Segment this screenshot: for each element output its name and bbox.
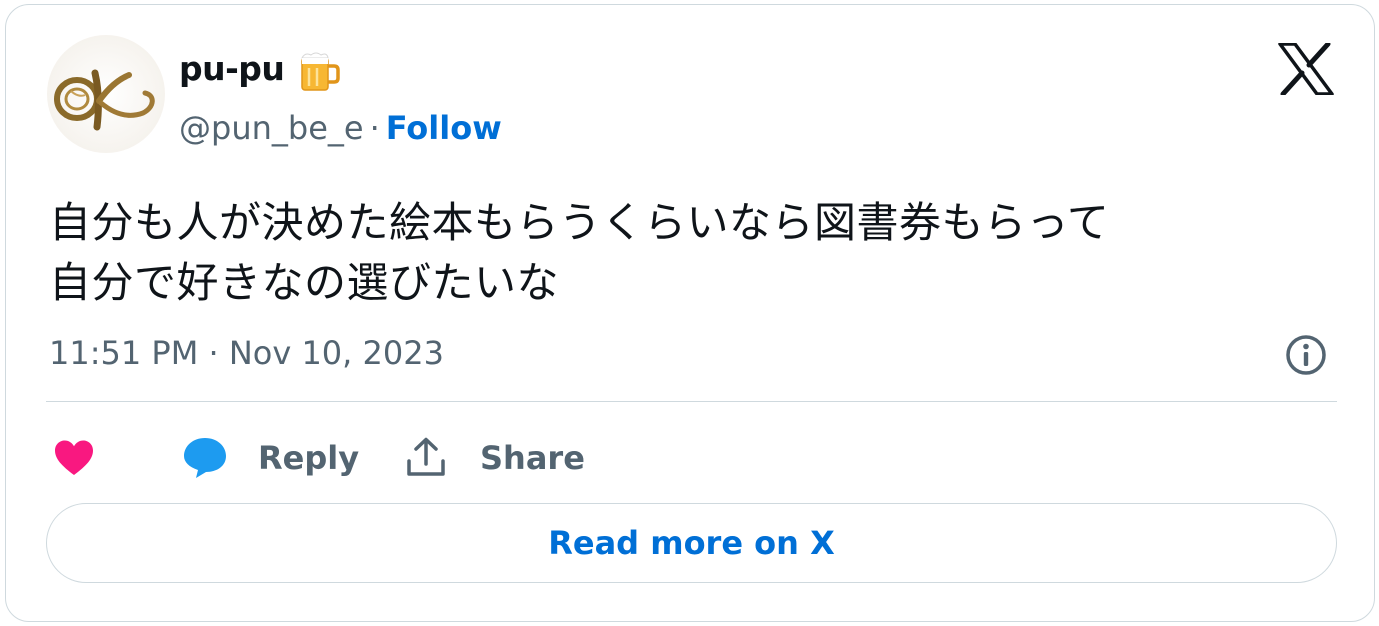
- tweet-text-line: 自分で好きなの選びたいな: [49, 258, 560, 307]
- share-upload-icon: [407, 437, 445, 476]
- tweet-embed-card: pu-pu @pun_be_e · Follow 自分も人が決めた絵本もらうくらいな…: [5, 4, 1375, 622]
- like-button[interactable]: [52, 433, 96, 483]
- avatar-logo-image: [54, 69, 155, 131]
- reply-button[interactable]: Reply: [182, 433, 359, 483]
- divider: [46, 401, 1337, 402]
- beer-mug-icon: [301, 52, 340, 91]
- tweet-text: 自分も人が決めた絵本もらうくらいなら図書券もらって 自分で好きなの選びたいな: [49, 193, 1339, 313]
- author-handle-row: @pun_be_e · Follow: [179, 108, 502, 148]
- author-name[interactable]: pu-pu: [179, 49, 285, 89]
- share-button[interactable]: Share: [404, 433, 585, 483]
- separator-dot: ·: [369, 109, 380, 147]
- follow-link[interactable]: Follow: [386, 109, 502, 147]
- tweet-text-line: 自分も人が決めた絵本もらうくらいなら図書券もらって: [49, 198, 1110, 247]
- x-logo-icon[interactable]: [1278, 43, 1334, 95]
- read-more-button[interactable]: Read more on X: [46, 503, 1337, 583]
- avatar[interactable]: [47, 35, 165, 153]
- share-label: Share: [480, 439, 585, 477]
- tweet-timestamp[interactable]: 11:51 PM · Nov 10, 2023: [49, 333, 444, 373]
- heart-icon: [55, 440, 93, 475]
- author-handle[interactable]: @pun_be_e: [179, 109, 364, 147]
- reply-label: Reply: [258, 439, 360, 477]
- info-icon[interactable]: [1284, 333, 1328, 377]
- speech-bubble-icon: [184, 438, 226, 478]
